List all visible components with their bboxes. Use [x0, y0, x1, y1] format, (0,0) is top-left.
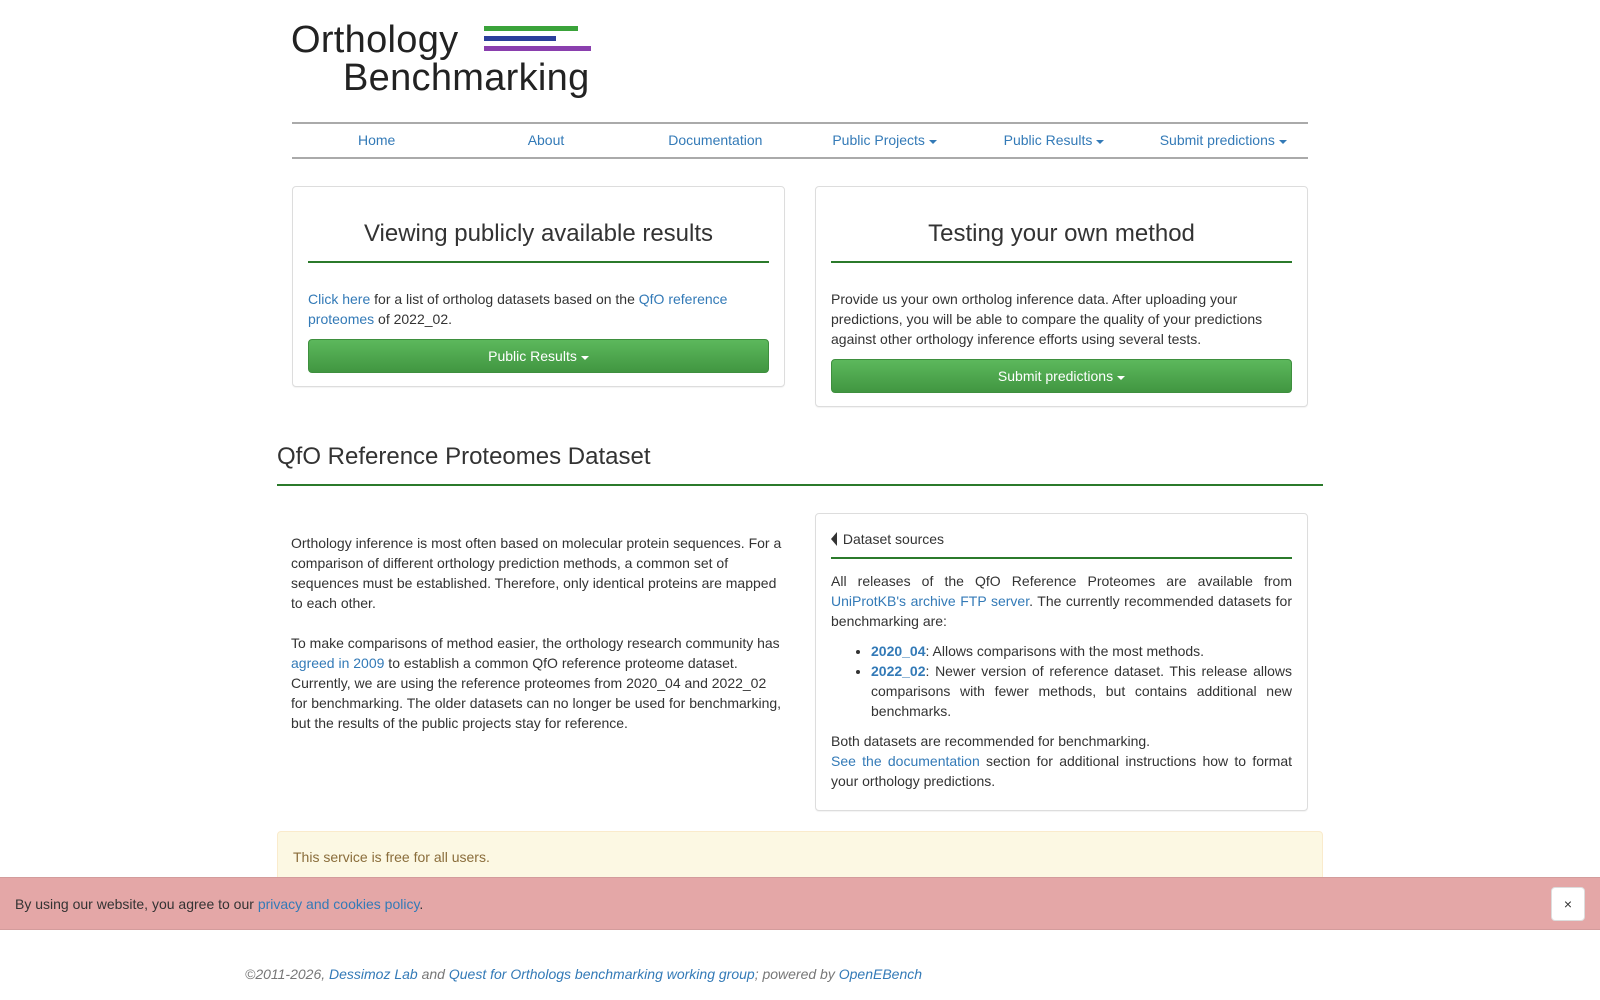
- list-item: 2020_04: Allows comparisons with the mos…: [871, 641, 1292, 661]
- own-method-text: Provide us your own ortholog inference d…: [831, 291, 1263, 348]
- dessimoz-lab-link[interactable]: Dessimoz Lab: [329, 966, 418, 982]
- caret-down-icon: [580, 355, 589, 360]
- click-here-link[interactable]: Click here: [308, 291, 370, 307]
- dataset-sources-panel: Dataset sources All releases of the QfO …: [815, 513, 1308, 811]
- logo-text-benchmarking: Benchmarking: [343, 57, 590, 99]
- public-results-title: Viewing publicly available results: [308, 217, 769, 264]
- description-paragraph-1: Orthology inference is most often based …: [291, 535, 782, 612]
- agreed-in-2009-link[interactable]: agreed in 2009: [291, 655, 384, 671]
- submit-predictions-button[interactable]: Submit predictions: [831, 359, 1292, 394]
- dataset-2022-02-link[interactable]: 2022_02: [871, 663, 926, 679]
- dataset-description: Orthology inference is most often based …: [291, 533, 784, 743]
- site-footer: ©2011-2026, Dessimoz Lab and Quest for O…: [245, 964, 922, 984]
- own-method-title: Testing your own method: [831, 217, 1292, 264]
- caret-down-icon: [1117, 375, 1126, 380]
- public-results-button-label: Public Results: [488, 348, 577, 365]
- see-documentation-link[interactable]: See the documentation: [831, 753, 980, 769]
- caret-down-icon: [1096, 139, 1105, 144]
- sources-doc-text: See the documentation section for additi…: [831, 751, 1292, 791]
- uniprot-ftp-link[interactable]: UniProtKB's archive FTP server: [831, 593, 1029, 609]
- cookie-text-end: .: [419, 896, 424, 912]
- sources-both-text: Both datasets are recommended for benchm…: [831, 733, 1151, 750]
- sources-intro: All releases of the QfO Reference Proteo…: [831, 571, 1292, 631]
- nav-public-projects-dropdown[interactable]: Public Projects: [800, 130, 969, 150]
- site-logo[interactable]: Orthology Benchmarking: [291, 20, 591, 100]
- caret-down-icon: [1278, 139, 1287, 144]
- nav-documentation[interactable]: Documentation: [631, 130, 800, 150]
- dataset-2022-02-desc: : Newer version of reference dataset. Th…: [871, 663, 1292, 720]
- para2-start: To make comparisons of method easier, th…: [291, 635, 780, 652]
- nav-public-results-dropdown[interactable]: Public Results: [969, 130, 1138, 150]
- close-icon: ×: [1563, 896, 1573, 912]
- logo-bar-blue: [484, 36, 556, 41]
- openebench-link[interactable]: OpenEBench: [839, 966, 922, 982]
- qfo-working-group-link[interactable]: Quest for Orthologs benchmarking working…: [449, 966, 755, 982]
- nav-public-projects-label: Public Projects: [832, 132, 925, 149]
- nav-submit-predictions-dropdown[interactable]: Submit predictions: [1139, 130, 1308, 150]
- footer-and: and: [417, 966, 449, 982]
- privacy-policy-link[interactable]: privacy and cookies policy: [258, 896, 420, 912]
- list-item: 2022_02: Newer version of reference data…: [871, 661, 1292, 721]
- dataset-sources-title: Dataset sources: [842, 531, 945, 547]
- logo-text-orthology: Orthology: [291, 19, 459, 61]
- alert-text: This service is free for all users.: [293, 849, 490, 865]
- footer-copyright: ©2011-2026,: [245, 966, 330, 982]
- section-title: QfO Reference Proteomes Dataset: [277, 440, 1323, 487]
- cookie-close-button[interactable]: ×: [1551, 887, 1585, 921]
- dataset-2020-04-link[interactable]: 2020_04: [871, 643, 926, 659]
- footer-powered: ; powered by: [754, 966, 839, 982]
- dataset-2020-04-desc: : Allows comparisons with the most metho…: [925, 643, 1205, 660]
- caret-down-icon: [928, 139, 937, 144]
- nav-about[interactable]: About: [461, 130, 630, 150]
- main-navbar: Home About Documentation Public Projects…: [292, 122, 1308, 159]
- public-results-text-end: of 2022_02.: [374, 311, 453, 328]
- nav-public-results-label: Public Results: [1003, 132, 1093, 149]
- description-paragraph-2: To make comparisons of method easier, th…: [291, 633, 784, 733]
- public-results-text-mid: for a list of ortholog datasets based on…: [370, 291, 639, 308]
- logo-bar-purple: [484, 46, 591, 51]
- logo-bar-green: [484, 26, 578, 31]
- submit-predictions-button-label: Submit predictions: [997, 368, 1114, 385]
- dataset-list: 2020_04: Allows comparisons with the mos…: [831, 641, 1292, 721]
- dataset-sources-header[interactable]: Dataset sources: [831, 529, 1292, 560]
- own-method-panel: Testing your own method Provide us your …: [815, 186, 1308, 407]
- nav-home[interactable]: Home: [292, 130, 461, 150]
- public-results-text: Click here for a list of ortholog datase…: [308, 289, 769, 329]
- sources-intro-start: All releases of the QfO Reference Proteo…: [831, 573, 1292, 590]
- cookie-consent-bar: By using our website, you agree to our p…: [0, 877, 1600, 930]
- nav-submit-predictions-label: Submit predictions: [1159, 132, 1275, 149]
- public-results-panel: Viewing publicly available results Click…: [292, 186, 785, 387]
- public-results-button[interactable]: Public Results: [308, 339, 769, 374]
- caret-left-icon: [831, 532, 837, 546]
- cookie-text: By using our website, you agree to our: [15, 896, 258, 912]
